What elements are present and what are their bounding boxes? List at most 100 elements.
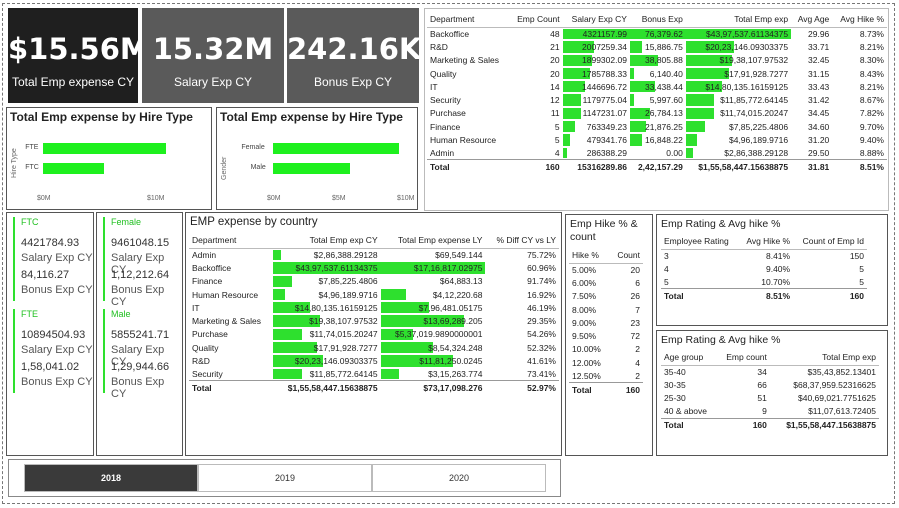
table-row[interactable]: Quality 20 1785788.33 6,140.40 $17,91,928.72…: [427, 67, 887, 80]
rating-table[interactable]: Employee Rating Avg Hike % Count of Emp Id…: [661, 233, 867, 303]
table-row[interactable]: 5 10.70% 5: [661, 276, 867, 289]
table-row[interactable]: 35-40 34 $35,43,852.13401: [661, 365, 879, 378]
table-row[interactable]: 9.50% 72: [569, 329, 643, 342]
country-col-header[interactable]: % Diff CY vs LY: [485, 232, 559, 249]
table-row[interactable]: 30-35 66 $68,37,959.52316625: [661, 378, 879, 391]
table-row[interactable]: Marketing & Sales $19,38,107.97532 $13,69,…: [189, 314, 559, 327]
table-row[interactable]: Finance 5 763349.23 21,876.25 $7,85,225.4806…: [427, 120, 887, 133]
kpi-bonus[interactable]: 242.16K Bonus Exp CY: [287, 8, 421, 103]
table-row[interactable]: Admin $2,86,388.29128 $69,549.144 75.72%: [189, 248, 559, 261]
department-table[interactable]: Department Emp Count Salary Exp CY Bonus Ex…: [427, 11, 887, 174]
country-ly-bar: [380, 368, 400, 380]
table-row[interactable]: Backoffice $43,97,537.61134375 $17,16,817.…: [189, 261, 559, 274]
dept-total-cell: 31.81: [791, 159, 833, 174]
table-row[interactable]: IT $14,80,135.16159125 $7,96,481.05175 46.1…: [189, 301, 559, 314]
hike-col-header[interactable]: Count: [609, 247, 643, 264]
table-row[interactable]: 10.00% 2: [569, 343, 643, 356]
table-row[interactable]: 5.00% 20: [569, 263, 643, 276]
hire-card-fte-bonus: 1,58,041.02: [21, 361, 80, 373]
table-row[interactable]: 12.00% 4: [569, 356, 643, 369]
year-button-2020[interactable]: 2020: [372, 464, 546, 492]
table-row[interactable]: 4 9.40% 5: [661, 262, 867, 275]
table-row[interactable]: Human Resource $4,96,189.9716 $4,12,220.68…: [189, 288, 559, 301]
table-row[interactable]: 7.50% 26: [569, 290, 643, 303]
country-table-card[interactable]: EMP expense by country Department Total E…: [185, 212, 562, 456]
hire-type-chart[interactable]: Total Emp expense by Hire Type Hire Type…: [6, 107, 212, 210]
hire-type-bar[interactable]: [43, 163, 104, 174]
table-row[interactable]: 6.00% 6: [569, 276, 643, 289]
rating-col-header[interactable]: Count of Emp Id: [793, 233, 867, 250]
country-table[interactable]: Department Total Emp exp CY Total Emp expe…: [189, 232, 559, 395]
dept-total-text: $17,91,928.7277: [724, 68, 789, 79]
gender-bar[interactable]: [273, 143, 400, 154]
age-total-cell: Total: [661, 417, 717, 432]
age-table[interactable]: Age group Emp count Total Emp exp 35-40 34 $…: [661, 349, 879, 432]
gender-bar[interactable]: [273, 163, 350, 174]
table-row[interactable]: 40 & above 9 $11,07,613.72405: [661, 405, 879, 418]
dept-col-header[interactable]: Total Emp exp: [685, 11, 792, 28]
year-button-2018[interactable]: 2018: [24, 464, 198, 492]
age-table-title: Emp Rating & Avg hike %: [661, 334, 781, 346]
table-row[interactable]: 25-30 51 $40,69,021.7751625: [661, 392, 879, 405]
hire-card-fte-salary-label: Salary Exp CY: [21, 344, 93, 356]
hire-type-cards[interactable]: FTC 4421784.93 Salary Exp CY 84,116.27 B…: [6, 212, 94, 456]
dept-col-header[interactable]: Bonus Exp: [629, 11, 686, 28]
dept-total-bar: [685, 67, 729, 80]
table-row[interactable]: R&D 21 2007259.34 15,886.75 $20,23,146.09303…: [427, 40, 887, 53]
age-col-header[interactable]: Age group: [661, 349, 717, 366]
hike-table-card[interactable]: Emp Hike % & count Hike % Count 5.00% 20 6.…: [565, 214, 653, 456]
department-table-card[interactable]: Department Emp Count Salary Exp CY Bonus Ex…: [424, 8, 889, 211]
dept-age: 34.45: [808, 108, 830, 119]
kpi-total-expense[interactable]: $15.56M Total Emp expense CY: [8, 8, 149, 103]
hike-table[interactable]: Hike % Count 5.00% 20 6.00% 6 7.50% 26 8.00% 7 9.…: [569, 247, 643, 396]
rating-total-cell: 160: [793, 288, 867, 303]
age-table-card[interactable]: Emp Rating & Avg hike % Age group Emp cou…: [656, 330, 888, 456]
table-row[interactable]: Marketing & Sales 20 1899302.09 38,805.88 $1…: [427, 54, 887, 67]
rating-col-header[interactable]: Avg Hike %: [738, 233, 794, 250]
table-row[interactable]: R&D $20,23,146.09303375 $11,81,250.0245 41.…: [189, 354, 559, 367]
gender-tick-label: $0M: [267, 195, 281, 202]
table-row[interactable]: 3 8.41% 150: [661, 249, 867, 262]
table-row[interactable]: Human Resource 5 479341.76 16,848.22 $4,96,1…: [427, 133, 887, 146]
hire-type-category-label: FTE: [25, 144, 39, 151]
table-row[interactable]: Quality $17,91,928.7277 $8,54,324.248 52.32…: [189, 341, 559, 354]
rating-cell: 3: [664, 250, 669, 261]
age-col-header[interactable]: Emp count: [716, 349, 770, 366]
country-col-header[interactable]: Total Emp expense LY: [380, 232, 486, 249]
country-cy-bar: [273, 368, 303, 380]
table-row[interactable]: IT 14 1446696.72 33,438.44 $14,80,135.161591…: [427, 80, 887, 93]
dept-total-cell: 15316289.86: [562, 159, 630, 174]
country-col-header[interactable]: Department: [189, 232, 274, 249]
hike-col-header[interactable]: Hike %: [569, 247, 610, 264]
dept-name: IT: [430, 81, 438, 92]
rating-table-card[interactable]: Emp Rating & Avg hike % Employee Rating A…: [656, 214, 888, 326]
table-row[interactable]: Security $11,85,772.64145 $3,15,263.774 73.…: [189, 368, 559, 381]
gender-cards[interactable]: Female 9461048.15 Salary Exp CY 1,12,212…: [96, 212, 183, 456]
dept-col-header[interactable]: Salary Exp CY: [562, 11, 630, 28]
hire-type-bar[interactable]: [43, 143, 167, 154]
table-row[interactable]: Backoffice 48 4321157.99 76,379.62 $43,97,53…: [427, 27, 887, 40]
dept-col-header[interactable]: Department: [427, 11, 510, 28]
rating-cell: 9.40%: [765, 263, 791, 274]
dept-col-header[interactable]: Avg Hike %: [832, 11, 887, 28]
gender-chart[interactable]: Total Emp expense by Hire Type Gender Fe…: [216, 107, 418, 210]
year-button-2019[interactable]: 2019: [198, 464, 372, 492]
rating-col-header[interactable]: Employee Rating: [661, 233, 739, 250]
kpi-salary[interactable]: 15.32M Salary Exp CY: [142, 8, 284, 103]
table-row[interactable]: Purchase $11,74,015.20247 $5,37,019.989000…: [189, 328, 559, 341]
table-row[interactable]: 8.00% 7: [569, 303, 643, 316]
table-row[interactable]: 9.00% 23: [569, 316, 643, 329]
age-col-header[interactable]: Total Emp exp: [769, 349, 879, 366]
dept-name: Finance: [430, 121, 461, 132]
country-col-header[interactable]: Total Emp exp CY: [273, 232, 381, 249]
dept-col-header[interactable]: Avg Age: [791, 11, 833, 28]
table-row[interactable]: Admin 4 286388.29 0.00 $2,86,388.29128 29.50 8…: [427, 147, 887, 160]
table-row[interactable]: Purchase 11 1147231.07 26,784.13 $11,74,015.…: [427, 107, 887, 120]
table-row[interactable]: Finance $7,85,225.4806 $64,883.13 91.74%: [189, 275, 559, 288]
age-total-cell: $1,55,58,447.15638875: [769, 417, 879, 432]
rating-cell: 150: [849, 250, 864, 261]
table-row[interactable]: 12.50% 2: [569, 369, 643, 382]
table-row[interactable]: Security 12 1179775.04 5,997.60 $11,85,772.6…: [427, 93, 887, 106]
hike-table-title: Emp Hike % & count: [570, 218, 638, 243]
dept-col-header[interactable]: Emp Count: [509, 11, 563, 28]
